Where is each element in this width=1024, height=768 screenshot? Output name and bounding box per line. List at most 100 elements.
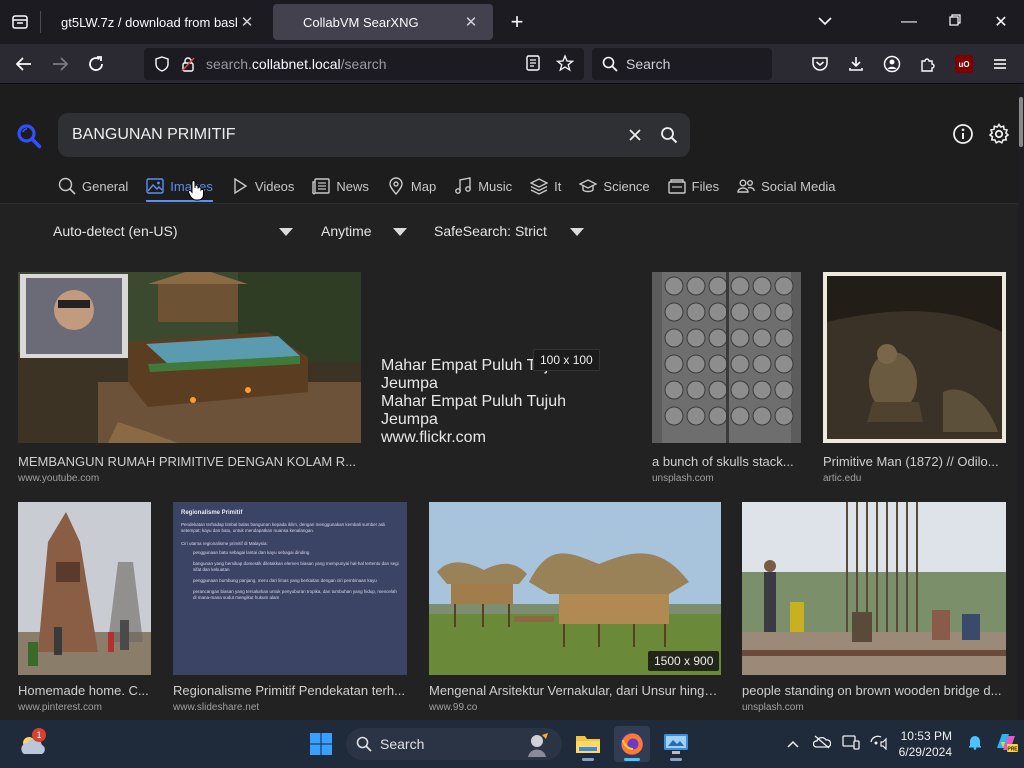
ublock-button[interactable]: uO	[946, 48, 982, 80]
tab-searxng[interactable]: CollabVM SearXNG ✕	[273, 4, 493, 40]
image-result-card[interactable]: 1500 x 900 Mengenal Arsitektur Vernakula…	[429, 502, 721, 717]
safesearch-select[interactable]: SafeSearch: Strict	[434, 223, 586, 239]
url-bar[interactable]: search. collabnet.local/search	[144, 48, 584, 80]
result-title[interactable]: people standing on brown wooden bridge d…	[742, 683, 1006, 698]
result-thumbnail[interactable]: Regionalisme Primitif Pendekatan terhada…	[173, 502, 407, 675]
tray-overflow-chevron-icon[interactable]	[779, 735, 807, 753]
tab-social-media[interactable]: Social Media	[737, 175, 836, 197]
play-icon	[234, 177, 248, 195]
language-value: Auto-detect (en-US)	[53, 223, 178, 239]
list-all-tabs-chevron-icon[interactable]	[802, 13, 848, 31]
image-result-card[interactable]: Primitive Man (1872) // Odilo... artic.e…	[823, 272, 1006, 484]
lock-icon[interactable]	[180, 56, 196, 72]
network-speaker-icon[interactable]	[865, 734, 893, 755]
start-button[interactable]	[302, 726, 340, 762]
result-thumbnail[interactable]	[429, 502, 721, 675]
result-detail-subtitle: Mahar Empat Puluh Tujuh Jeumpa	[381, 393, 566, 428]
forward-button[interactable]	[42, 48, 78, 80]
bookmark-star-icon[interactable]	[556, 54, 574, 72]
result-title[interactable]: MEMBANGUN RUMAH PRIMITIVE DENGAN KOLAM R…	[18, 454, 361, 469]
tab-map[interactable]: Map	[387, 175, 436, 197]
tab-news[interactable]: News	[312, 175, 369, 197]
close-window-icon[interactable]: ✕	[978, 12, 1024, 32]
result-title[interactable]: Homemade home. C...	[18, 683, 151, 698]
downloads-button[interactable]	[838, 48, 874, 80]
category-tabs: General Images Videos News Map Music	[58, 175, 854, 202]
extensions-button[interactable]	[910, 48, 946, 80]
maximize-icon[interactable]	[932, 13, 978, 31]
image-result-card[interactable]: Regionalisme Primitif Pendekatan terhada…	[173, 502, 407, 717]
submit-search-button[interactable]	[652, 118, 686, 152]
weather-widget[interactable]: 1	[18, 728, 50, 760]
slide-list-item: penggunaan bumbung panjang, meru dari li…	[193, 578, 377, 583]
shield-icon[interactable]	[154, 56, 170, 72]
tab-videos[interactable]: Videos	[231, 175, 294, 197]
result-thumbnail[interactable]	[18, 502, 151, 675]
searxng-logo-icon	[17, 124, 42, 149]
search-input[interactable]: BANGUNAN PRIMITIF	[72, 126, 618, 144]
reload-button[interactable]	[78, 48, 114, 80]
windows-logo-icon	[310, 733, 332, 755]
display-icon[interactable]	[837, 734, 865, 755]
account-button[interactable]	[874, 48, 910, 80]
onedrive-offline-icon[interactable]	[807, 735, 837, 754]
image-result-card[interactable]: a bunch of skulls stack... unsplash.com	[652, 272, 801, 484]
search-query-box[interactable]: BANGUNAN PRIMITIF	[58, 113, 690, 157]
search-icon	[58, 177, 76, 195]
image-result-card[interactable]: MEMBANGUN RUMAH PRIMITIVE DENGAN KOLAM R…	[18, 272, 361, 484]
result-title[interactable]: a bunch of skulls stack...	[652, 454, 801, 469]
result-thumbnail[interactable]	[742, 502, 1006, 675]
result-thumbnail[interactable]	[652, 272, 801, 443]
slide-intro: Pendekatan terhadap timbal balas banguna…	[181, 522, 386, 533]
searxng-logo[interactable]	[16, 123, 42, 154]
taskbar-remote-app[interactable]	[658, 726, 694, 762]
search-icon	[661, 127, 678, 144]
chevron-down-icon	[570, 228, 584, 236]
result-title[interactable]: Mengenal Arsitektur Vernakular, dari Uns…	[429, 683, 721, 698]
taskbar-firefox[interactable]	[614, 726, 650, 762]
result-title[interactable]: Regionalisme Primitif Pendekatan terh...	[173, 683, 407, 698]
tab-download[interactable]: gt5LW.7z / download from bashupl ✕	[41, 4, 269, 40]
result-thumbnail[interactable]	[18, 272, 361, 443]
reader-view-icon[interactable]	[524, 54, 542, 72]
clear-search-button[interactable]	[618, 118, 652, 152]
result-source: artic.edu	[823, 473, 862, 484]
page-scrollbar[interactable]	[1018, 85, 1024, 720]
image-result-card[interactable]: Homemade home. C... www.pinterest.com	[18, 502, 151, 717]
tab-general[interactable]: General	[58, 175, 128, 197]
navigation-toolbar: search. collabnet.local/search Search uO	[0, 44, 1024, 84]
music-icon	[455, 177, 472, 194]
tab-music[interactable]: Music	[454, 175, 512, 197]
tab-close-icon[interactable]: ✕	[461, 13, 481, 31]
pocket-button[interactable]	[802, 48, 838, 80]
copilot-icon[interactable]: PRE	[988, 730, 1024, 759]
tab-science[interactable]: Science	[579, 175, 650, 197]
notification-bell-icon[interactable]	[962, 734, 988, 755]
header-actions	[952, 123, 1010, 145]
tab-close-icon[interactable]: ✕	[237, 13, 257, 31]
search-icon	[356, 736, 372, 752]
result-source: www.youtube.com	[18, 473, 100, 484]
tab-files[interactable]: Files	[667, 175, 719, 197]
time-range-select[interactable]: Anytime	[321, 223, 409, 239]
image-result-card[interactable]: people standing on brown wooden bridge d…	[742, 502, 1006, 717]
graduation-cap-icon	[579, 179, 598, 193]
taskbar-file-explorer[interactable]	[570, 726, 606, 762]
scrollbar-thumb[interactable]	[1019, 97, 1023, 147]
system-clock[interactable]: 10:53 PM 6/29/2024	[899, 728, 952, 760]
result-thumbnail[interactable]	[823, 272, 1006, 443]
tab-it[interactable]: It	[530, 175, 561, 197]
gear-icon[interactable]	[988, 123, 1010, 145]
result-title[interactable]: Primitive Man (1872) // Odilo...	[823, 454, 1006, 469]
new-tab-button[interactable]: +	[497, 9, 537, 35]
tab-list-button[interactable]	[0, 0, 40, 44]
minimize-icon[interactable]: —	[886, 13, 932, 31]
browser-search-bar[interactable]: Search	[592, 48, 772, 80]
menu-button[interactable]	[982, 48, 1018, 80]
back-button[interactable]	[6, 48, 42, 80]
taskbar-search[interactable]: Search	[346, 728, 562, 760]
clock-date: 6/29/2024	[898, 745, 952, 759]
info-icon[interactable]	[952, 123, 974, 145]
system-tray: 10:53 PM 6/29/2024 PRE	[779, 720, 1024, 768]
language-select[interactable]: Auto-detect (en-US)	[53, 223, 295, 239]
